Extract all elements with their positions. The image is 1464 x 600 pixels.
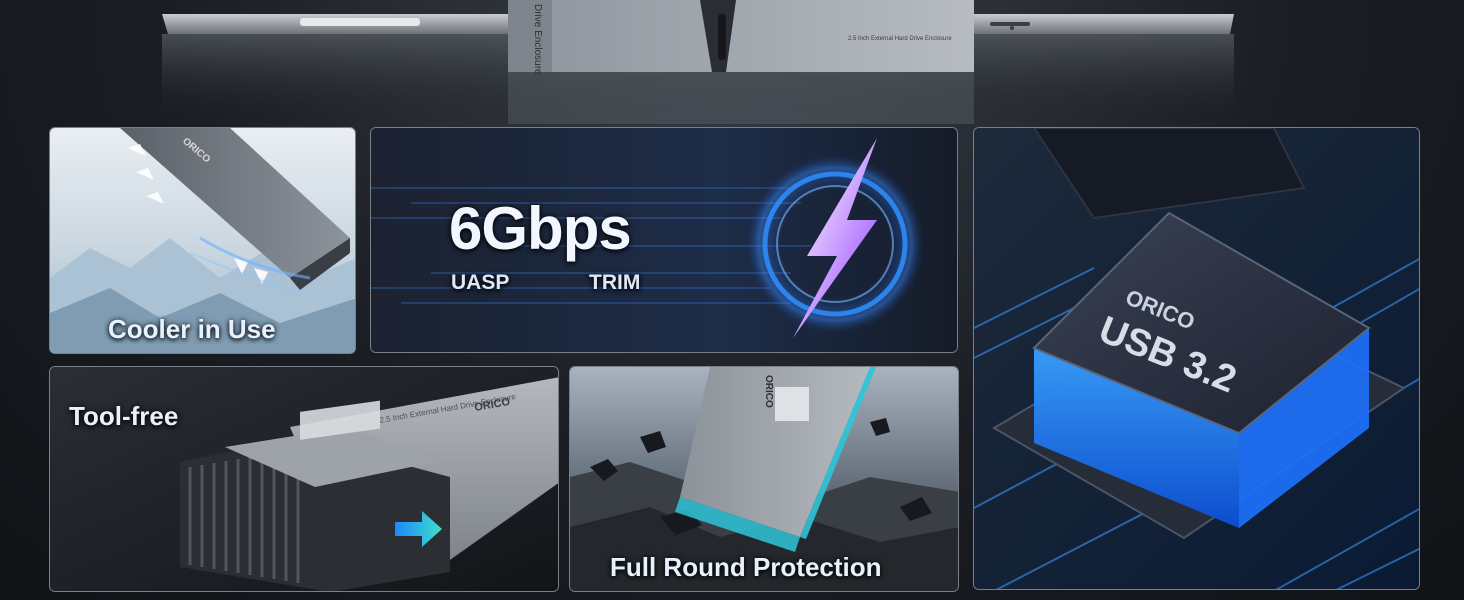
panel-toolfree: 2.5 Inch External Hard Drive Enclosure O… xyxy=(49,366,559,592)
cooler-caption: Cooler in Use xyxy=(108,314,276,344)
panel-cooler: ORICO Cooler in Use xyxy=(49,127,356,354)
enclosure-top-text: 2.5 Inch External Hard Drive Enclosure xyxy=(848,36,952,42)
enclosure-side-text: Drive Enclosure xyxy=(532,4,543,75)
uasp-label: UASP xyxy=(451,271,510,294)
protection-brand-text: ORICO xyxy=(763,375,774,408)
toolfree-caption: Tool-free xyxy=(69,401,179,431)
chip-illustration: ORICO USB 3.2 xyxy=(974,128,1419,589)
hero-illustration: Drive Enclosure 2.5 Inch External Hard D… xyxy=(162,0,1234,124)
protection-caption: Full Round Protection xyxy=(610,552,882,582)
hero-product-shot: Drive Enclosure 2.5 Inch External Hard D… xyxy=(0,0,1464,125)
trim-label: TRIM xyxy=(589,271,641,294)
panel-protection: ORICO Full Round Protection xyxy=(569,366,959,592)
panel-chip: ORICO USB 3.2 xyxy=(973,127,1420,590)
panel-speed: 6Gbps UASP TRIM xyxy=(370,127,958,353)
speed-headline: 6Gbps xyxy=(449,195,632,262)
